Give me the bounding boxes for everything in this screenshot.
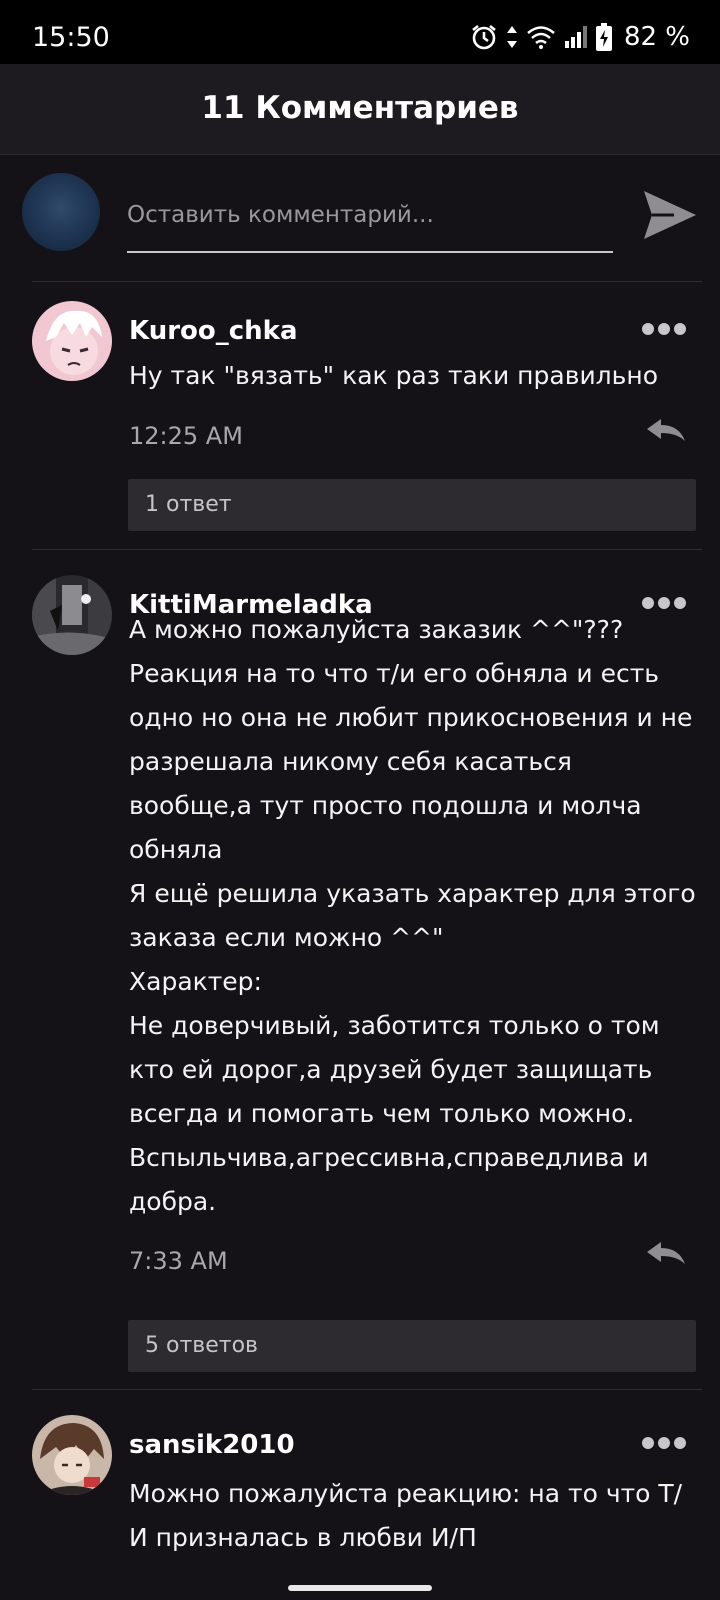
my-avatar[interactable] — [22, 173, 100, 251]
comment-author[interactable]: sansik2010 — [129, 1430, 295, 1460]
home-indicator[interactable] — [288, 1585, 432, 1591]
divider — [32, 281, 702, 282]
reply-icon[interactable] — [645, 417, 687, 443]
comments-header: 11 Комментариев — [0, 64, 720, 155]
more-icon[interactable] — [642, 319, 690, 339]
page-title: 11 Комментариев — [201, 90, 519, 126]
comment-composer — [0, 155, 720, 281]
comment-input[interactable] — [127, 189, 613, 253]
divider — [32, 549, 702, 550]
status-icons: 82 % — [470, 22, 690, 52]
comment-time: 12:25 AM — [129, 422, 243, 450]
battery-charging-icon — [595, 23, 612, 51]
avatar-image — [32, 301, 112, 381]
signal-icon — [564, 26, 587, 48]
divider — [32, 1389, 702, 1390]
send-icon[interactable] — [640, 185, 700, 245]
avatar-image — [32, 1415, 112, 1495]
comment-time: 7:33 AM — [129, 1247, 228, 1275]
comment-text: А можно пожалуйста заказик ^^"??? Реакци… — [129, 615, 696, 1216]
avatar[interactable] — [32, 1415, 112, 1495]
status-time: 15:50 — [32, 22, 110, 53]
replies-button[interactable]: 5 ответов — [128, 1320, 696, 1372]
avatar-image — [32, 575, 112, 655]
status-bar: 15:50 82 % — [0, 0, 720, 64]
avatar[interactable] — [32, 575, 112, 655]
alarm-icon — [472, 24, 496, 50]
data-arrows-icon — [506, 26, 517, 48]
battery-percentage: 82 % — [623, 22, 690, 52]
replies-button[interactable]: 1 ответ — [128, 479, 696, 531]
comment-text: Ну так "вязать" как раз таки правильно — [129, 361, 659, 390]
wifi-icon — [527, 26, 555, 49]
comment-author[interactable]: Kuroo_chka — [129, 316, 298, 346]
reply-icon[interactable] — [645, 1240, 687, 1266]
avatar[interactable] — [32, 301, 112, 381]
more-icon[interactable] — [642, 1433, 690, 1453]
comment-text: Можно пожалуйста реакцию: на то что Т/И … — [129, 1479, 683, 1552]
